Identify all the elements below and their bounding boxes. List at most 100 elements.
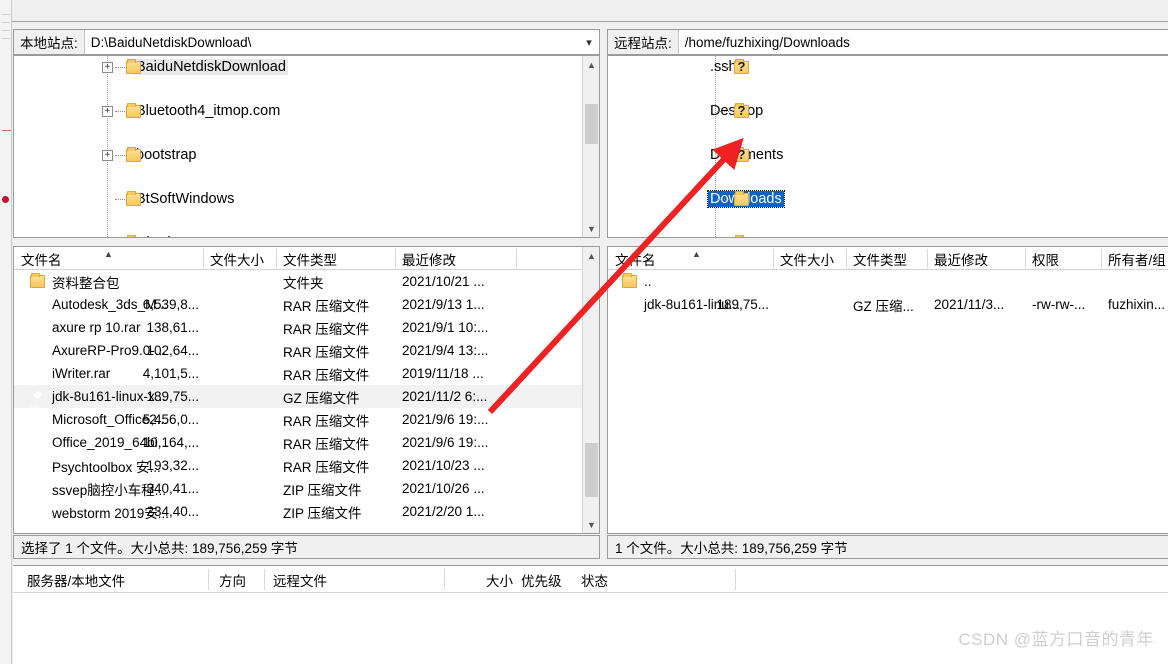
table-row[interactable]: RAR AxureRP-Pro9.0-... 102,64... RAR 压缩文…	[14, 337, 599, 362]
cell-modified: 2021/9/1 10:...	[402, 320, 489, 335]
tree-item-label: bootstrap	[136, 147, 197, 163]
remote-site-path-input[interactable]: /home/fuzhixing/Downloads	[679, 30, 1168, 54]
cell-filename: 资料整合包	[52, 275, 120, 291]
tree-item-documents[interactable]: ? Documents	[608, 144, 1168, 166]
cell-filetype: ZIP 压缩文件	[283, 505, 362, 521]
cell-modified: 2021/10/21 ...	[402, 274, 485, 289]
tree-item-charles[interactable]: + Charles	[14, 232, 599, 239]
local-site-label: 本地站点:	[14, 30, 85, 54]
expander-plus-icon[interactable]: +	[102, 149, 113, 161]
chevron-down-icon[interactable]: ▾	[579, 30, 599, 54]
remote-file-list-header[interactable]: 文件名 ▲ 文件大小 文件类型 最近修改 权限 所有者/组	[608, 247, 1168, 270]
cell-modified: 2021/11/3...	[934, 297, 1005, 312]
scroll-thumb[interactable]	[585, 104, 598, 144]
column-header-modified[interactable]: 最近修改	[402, 247, 456, 270]
expander-plus-icon[interactable]: +	[102, 238, 113, 239]
table-row[interactable]: ZIP ssvep脑控小车程... 340,41... ZIP 压缩文件 202…	[14, 475, 599, 500]
column-header-filename[interactable]: 文件名	[21, 247, 62, 270]
tree-connector	[717, 67, 729, 68]
local-file-list[interactable]: 文件名 ▲ 文件大小 文件类型 最近修改 资料整合包 文件夹 2021/10/2…	[13, 246, 600, 534]
table-row[interactable]: RAR Autodesk_3ds_M... 6,539,8... RAR 压缩文…	[14, 291, 599, 316]
table-row[interactable]: RAR Psychtoolbox 安... 193,32... RAR 压缩文件…	[14, 452, 599, 477]
tree-item-btsoftwindows[interactable]: BtSoftWindows	[14, 188, 599, 210]
transfer-queue-header[interactable]: 服务器/本地文件 方向 远程文件 大小 优先级 状态	[13, 566, 1168, 593]
cell-filesize: 5,456,0...	[142, 412, 199, 427]
tree-item-bootstrap[interactable]: + bootstrap	[14, 144, 599, 166]
table-row[interactable]: GZ jdk-8u161-linu... 189,75... GZ 压缩... …	[608, 291, 1168, 316]
column-header-filetype[interactable]: 文件类型	[283, 247, 337, 270]
scroll-thumb[interactable]	[585, 443, 598, 497]
folder-icon	[734, 191, 749, 206]
column-header-filesize[interactable]: 文件大小	[780, 247, 834, 270]
scroll-up-icon[interactable]: ▲	[583, 247, 599, 264]
table-row[interactable]: RAR Office_2019_64bi... 10,164,... RAR 压…	[14, 429, 599, 454]
cell-filetype: RAR 压缩文件	[283, 321, 370, 337]
local-site-bar[interactable]: 本地站点: D:\BaiduNetdiskDownload\ ▾	[13, 29, 600, 55]
cell-modified: 2021/9/13 1...	[402, 297, 485, 312]
column-header-modified[interactable]: 最近修改	[934, 247, 988, 270]
column-header-filesize[interactable]: 文件大小	[210, 247, 264, 270]
column-header-size[interactable]: 大小	[457, 566, 513, 593]
cell-filesize: 340,41...	[146, 481, 199, 496]
scroll-down-icon[interactable]: ▼	[583, 516, 599, 533]
cell-filetype: RAR 压缩文件	[283, 436, 370, 452]
table-row[interactable]: ..	[608, 270, 1168, 293]
column-header-priority[interactable]: 优先级	[521, 566, 562, 593]
tree-item-bluetooth4[interactable]: + Bluetooth4_itmop.com	[14, 100, 599, 122]
column-header-remote-file[interactable]: 远程文件	[273, 566, 327, 593]
filezilla-window: 本地站点: D:\BaiduNetdiskDownload\ ▾ 远程站点: /…	[12, 0, 1168, 664]
remote-directory-tree[interactable]: ? .ssh ? Desktop ? Documents	[607, 55, 1168, 238]
unknown-status-icon: ?	[737, 103, 746, 118]
column-header-owner-group[interactable]: 所有者/组	[1108, 247, 1166, 270]
folder-icon	[622, 273, 637, 288]
tree-item-label: BaiduNetdiskDownload	[134, 59, 288, 75]
cell-modified: 2021/9/6 19:...	[402, 412, 489, 427]
local-status-bar: 选择了 1 个文件。大小总共: 189,756,259 字节	[13, 535, 600, 559]
cell-filetype: RAR 压缩文件	[283, 459, 370, 475]
tree-item-ssh[interactable]: ? .ssh	[608, 56, 1168, 78]
local-list-scrollbar[interactable]: ▲ ▼	[582, 247, 599, 533]
local-file-list-header[interactable]: 文件名 ▲ 文件大小 文件类型 最近修改	[14, 247, 599, 270]
column-header-permissions[interactable]: 权限	[1032, 247, 1059, 270]
tree-item-baidunetdiskdownload[interactable]: + BaiduNetdiskDownload	[14, 56, 599, 78]
tree-item-downloads[interactable]: Downloads	[608, 188, 1168, 210]
cell-modified: 2019/11/18 ...	[402, 366, 484, 381]
folder-icon	[127, 235, 136, 237]
tree-connector	[717, 111, 729, 112]
toolbar-sliver	[12, 0, 1168, 22]
expander-plus-icon[interactable]: +	[102, 105, 113, 117]
local-directory-tree[interactable]: + BaiduNetdiskDownload + Bluetooth4_itmo…	[13, 55, 600, 238]
unknown-status-icon: ?	[737, 59, 746, 74]
cell-permissions: -rw-rw-...	[1032, 297, 1086, 312]
tree-item-desktop[interactable]: ? Desktop	[608, 100, 1168, 122]
screen-root: 本地站点: D:\BaiduNetdiskDownload\ ▾ 远程站点: /…	[0, 0, 1168, 664]
table-row[interactable]: ZIP webstorm 2019安... 234,40... ZIP 压缩文件…	[14, 498, 599, 523]
table-row[interactable]: RAR Microsoft_Office2... 5,456,0... RAR …	[14, 406, 599, 431]
column-header-status[interactable]: 状态	[581, 566, 608, 593]
scroll-up-icon[interactable]: ▲	[583, 56, 599, 73]
table-row-selected[interactable]: GZ jdk-8u161-linux-x... 189,75... GZ 压缩文…	[14, 383, 599, 408]
remote-file-list[interactable]: 文件名 ▲ 文件大小 文件类型 最近修改 权限 所有者/组 .. jdk-8u1…	[607, 246, 1168, 534]
folder-icon	[126, 191, 141, 206]
unknown-status-icon: ?	[737, 147, 746, 162]
table-row[interactable]: RAR axure rp 10.rar 138,61... RAR 压缩文件 2…	[14, 314, 599, 339]
column-header-direction[interactable]: 方向	[219, 566, 246, 593]
cell-filesize: 189,75...	[146, 389, 199, 404]
local-tree-scrollbar[interactable]: ▲ ▼	[582, 56, 599, 237]
watermark: CSDN @蓝方口音的青年	[958, 630, 1154, 649]
local-site-path-input[interactable]: D:\BaiduNetdiskDownload\	[85, 30, 579, 54]
sort-ascending-icon: ▲	[692, 249, 701, 259]
cell-filesize: 102,64...	[146, 343, 199, 358]
table-row[interactable]: RAR iWriter.rar 4,101,5... RAR 压缩文件 2019…	[14, 360, 599, 385]
column-header-filetype[interactable]: 文件类型	[853, 247, 907, 270]
column-header-server-local-file[interactable]: 服务器/本地文件	[27, 566, 125, 593]
tree-item-music[interactable]: ? Music	[608, 232, 1168, 237]
tree-item-label: Bluetooth4_itmop.com	[136, 103, 281, 119]
expander-plus-icon[interactable]: +	[102, 61, 113, 73]
scroll-down-icon[interactable]: ▼	[583, 220, 599, 237]
table-row[interactable]: 资料整合包 文件夹 2021/10/21 ...	[14, 270, 599, 293]
column-header-filename[interactable]: 文件名	[615, 247, 656, 270]
local-status-text: 选择了 1 个文件。大小总共: 189,756,259 字节	[21, 541, 298, 556]
remote-site-bar[interactable]: 远程站点: /home/fuzhixing/Downloads	[607, 29, 1168, 55]
cell-filesize: 234,40...	[146, 504, 199, 519]
